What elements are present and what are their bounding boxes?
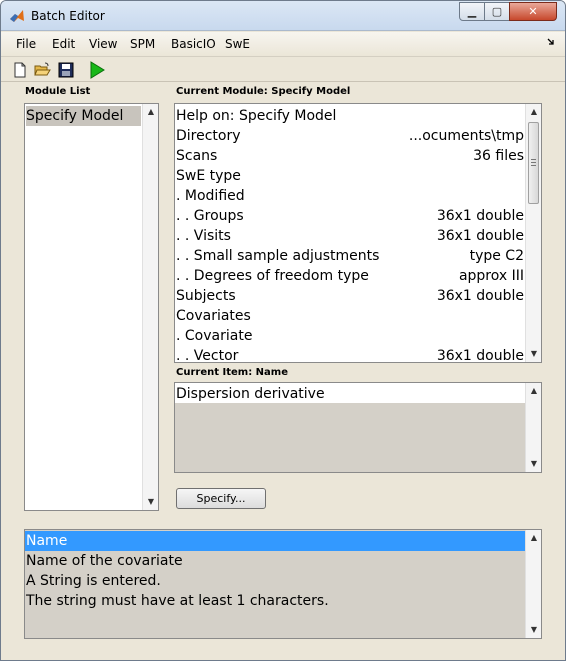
module-list-scrollbar[interactable]: ▲ ▼	[142, 104, 158, 510]
current-module-label: Current Module: Specify Model	[176, 86, 351, 97]
toolbar	[1, 58, 565, 82]
minimize-icon: ▁	[467, 5, 477, 18]
scroll-down-icon[interactable]: ▼	[526, 346, 541, 362]
arrow-corner-icon[interactable]	[547, 38, 555, 48]
help-scrollbar[interactable]: ▲ ▼	[525, 530, 541, 638]
scroll-thumb[interactable]	[528, 122, 539, 204]
module-row-name[interactable]: . . Degrees of freedom type	[176, 266, 369, 286]
help-line-title[interactable]: Name	[25, 531, 526, 551]
module-row-name[interactable]: Directory	[176, 126, 241, 146]
module-row-value: type C2	[469, 248, 524, 264]
module-row-value: 36 files	[473, 148, 524, 164]
module-row-name[interactable]: . . Visits	[176, 226, 231, 246]
current-item-label: Current Item: Name	[176, 367, 288, 378]
module-row-value: 36x1 double	[436, 288, 524, 304]
matlab-logo-icon	[9, 8, 25, 24]
close-icon: ✕	[528, 5, 538, 18]
maximize-button[interactable]: ▢	[484, 2, 510, 21]
scroll-up-icon[interactable]: ▲	[526, 530, 541, 546]
specify-button[interactable]: Specify...	[176, 488, 266, 509]
current-item-box[interactable]: Dispersion derivative ▲ ▼	[174, 382, 542, 473]
run-icon[interactable]	[87, 60, 107, 80]
menu-spm[interactable]: SPM	[130, 37, 155, 51]
menu-edit[interactable]: Edit	[52, 37, 75, 51]
module-list[interactable]: Specify Model ▲ ▼	[24, 103, 159, 511]
scroll-down-icon[interactable]: ▼	[143, 494, 158, 510]
module-row-name[interactable]: Help on: Specify Model	[176, 106, 336, 126]
help-line: Name of the covariate	[26, 553, 183, 569]
current-module-scrollbar[interactable]: ▲ ▼	[525, 104, 541, 362]
new-file-icon[interactable]	[10, 60, 30, 80]
module-row-name[interactable]: Scans	[176, 146, 217, 166]
window-title: Batch Editor	[31, 9, 105, 23]
minimize-button[interactable]: ▁	[459, 2, 485, 21]
scroll-down-icon[interactable]: ▼	[526, 622, 541, 638]
module-row-name[interactable]: . . Groups	[176, 206, 244, 226]
help-line: The string must have at least 1 characte…	[26, 593, 329, 609]
save-icon[interactable]	[56, 60, 76, 80]
maximize-icon: ▢	[491, 5, 503, 18]
current-module-list[interactable]: ▲ ▼ Help on: Specify Model Directory ...oc…	[174, 103, 542, 363]
module-row-name[interactable]: Covariates	[176, 306, 251, 326]
title-bar[interactable]: Batch Editor ▁ ▢ ✕	[1, 1, 565, 31]
menu-bar: File Edit View SPM BasicIO SwE	[1, 32, 565, 57]
module-row-value: ...ocuments\tmp	[408, 128, 524, 144]
menu-basicio[interactable]: BasicIO	[171, 37, 216, 51]
module-list-item-label: Specify Model	[26, 108, 124, 124]
open-folder-icon[interactable]	[32, 60, 52, 80]
scroll-up-icon[interactable]: ▲	[526, 383, 541, 399]
current-item-scrollbar[interactable]: ▲ ▼	[525, 383, 541, 472]
module-row-name[interactable]: . Modified	[176, 186, 245, 206]
menu-swe[interactable]: SwE	[225, 37, 250, 51]
module-row-name[interactable]: SwE type	[176, 166, 241, 186]
module-row-name[interactable]: . . Small sample adjustments	[176, 246, 379, 266]
module-row-value: 36x1 double	[436, 208, 524, 224]
module-row-name[interactable]: . Covariate	[176, 326, 252, 346]
help-box[interactable]: Name Name of the covariate A String is e…	[24, 529, 542, 639]
module-row-value: 36x1 double	[436, 348, 524, 363]
close-button[interactable]: ✕	[509, 2, 557, 21]
module-row-name[interactable]: . . Vector	[176, 346, 238, 362]
scroll-up-icon[interactable]: ▲	[143, 104, 158, 120]
menu-file[interactable]: File	[16, 37, 36, 51]
module-row-value: approx III	[458, 268, 524, 284]
batch-editor-window: Batch Editor ▁ ▢ ✕ File Edit View SPM Ba…	[0, 0, 566, 661]
module-row-name[interactable]: Subjects	[176, 286, 236, 306]
scroll-up-icon[interactable]: ▲	[526, 104, 541, 120]
module-list-label: Module List	[25, 86, 91, 97]
module-row-value: 36x1 double	[436, 228, 524, 244]
module-list-item[interactable]: Specify Model	[26, 106, 141, 126]
scroll-down-icon[interactable]: ▼	[526, 456, 541, 472]
current-item-value[interactable]: Dispersion derivative	[176, 384, 325, 404]
help-line: A String is entered.	[26, 573, 161, 589]
menu-view[interactable]: View	[89, 37, 117, 51]
